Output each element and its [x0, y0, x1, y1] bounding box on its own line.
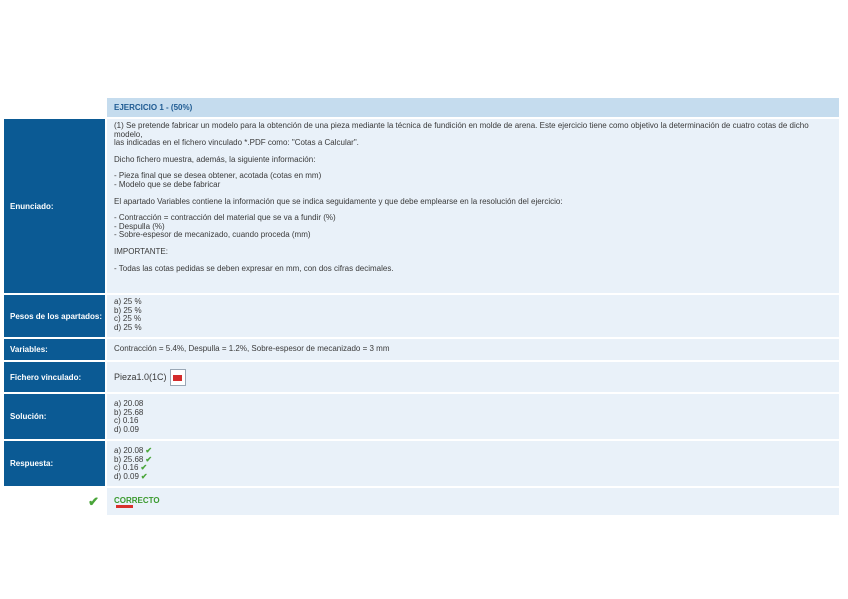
enunciado-list1-item: - Modelo que se debe fabricar [114, 179, 221, 189]
result-content: CORRECTO [107, 488, 839, 515]
enunciado-paragraph-1b: las indicadas en el fichero vinculado *.… [114, 138, 359, 148]
pesos-row: Pesos de los apartados: a) 25 % b) 25 % … [4, 295, 839, 339]
pesos-label: Pesos de los apartados: [4, 295, 105, 337]
enunciado-list1-item: - Pieza final que se desea obtener, acot… [114, 171, 322, 181]
respuesta-item: d) 0.09 ✔ [114, 471, 148, 481]
enunciado-paragraph-1a: (1) Se pretende fabricar un modelo para … [114, 121, 809, 139]
check-icon: ✔ [145, 446, 153, 455]
fichero-row: Fichero vinculado: Pieza1.0(1C) [4, 362, 839, 394]
solucion-item: c) 0.16 [114, 416, 139, 426]
variables-content: Contracción = 5.4%, Despulla = 1.2%, Sob… [107, 339, 839, 360]
peso-item: c) 25 % [114, 314, 142, 324]
pdf-file-icon[interactable] [116, 505, 133, 508]
enunciado-note: - Todas las cotas pedidas se deben expre… [114, 263, 394, 273]
solucion-item: a) 20.08 [114, 399, 144, 408]
variables-row: Variables: Contracción = 5.4%, Despulla … [4, 339, 839, 362]
fichero-label: Fichero vinculado: [4, 362, 105, 392]
fichero-name: Pieza1.0(1C) [114, 371, 167, 382]
enunciado-important: IMPORTANTE: [114, 246, 168, 256]
solucion-item: d) 0.09 [114, 424, 139, 434]
peso-item: b) 25 % [114, 305, 142, 315]
result-row: ✔ CORRECTO [4, 488, 839, 517]
enunciado-list2-item: - Contracción = contracción del material… [114, 213, 336, 223]
respuesta-content: a) 20.08 ✔ b) 25.68 ✔ c) 0.16 ✔ d) 0.09 ✔ [107, 441, 839, 486]
check-icon: ✔ [140, 471, 148, 481]
enunciado-paragraph-3: El apartado Variables contiene la inform… [114, 196, 563, 206]
check-icon: ✔ [140, 463, 148, 473]
solucion-item: b) 25.68 [114, 407, 144, 417]
respuesta-item: b) 25.68 ✔ [114, 454, 153, 464]
solucion-row: Solución: a) 20.08 b) 25.68 c) 0.16 d) 0… [4, 394, 839, 441]
solucion-content: a) 20.08 b) 25.68 c) 0.16 d) 0.09 [107, 394, 839, 439]
enunciado-paragraph-2: Dicho fichero muestra, además, la siguie… [114, 154, 316, 164]
header-spacer [4, 98, 105, 117]
enunciado-row: Enunciado: (1) Se pretende fabricar un m… [4, 119, 839, 295]
pesos-content: a) 25 % b) 25 % c) 25 % d) 25 % [107, 295, 839, 337]
variables-label: Variables: [4, 339, 105, 360]
result-icon-cell: ✔ [4, 488, 105, 515]
peso-item: d) 25 % [114, 322, 142, 332]
enunciado-content: (1) Se pretende fabricar un modelo para … [107, 119, 839, 293]
peso-item: a) 25 % [114, 297, 142, 306]
respuesta-label: Respuesta: [4, 441, 105, 486]
fichero-content: Pieza1.0(1C) [107, 362, 839, 392]
exercise-title: EJERCICIO 1 - (50%) [107, 98, 839, 117]
respuesta-item: a) 20.08 ✔ [114, 446, 153, 455]
check-icon: ✔ [88, 493, 99, 509]
respuesta-item: c) 0.16 ✔ [114, 463, 148, 473]
enunciado-label: Enunciado: [4, 119, 105, 293]
enunciado-list2-item: - Sobre-espesor de mecanizado, cuando pr… [114, 230, 311, 240]
exercise-header-row: EJERCICIO 1 - (50%) [4, 98, 839, 119]
exercise-panel: EJERCICIO 1 - (50%) Enunciado: (1) Se pr… [4, 98, 839, 517]
respuesta-row: Respuesta: a) 20.08 ✔ b) 25.68 ✔ c) 0.16 ✔ … [4, 441, 839, 488]
pdf-file-icon[interactable] [169, 368, 186, 386]
solucion-label: Solución: [4, 394, 105, 439]
